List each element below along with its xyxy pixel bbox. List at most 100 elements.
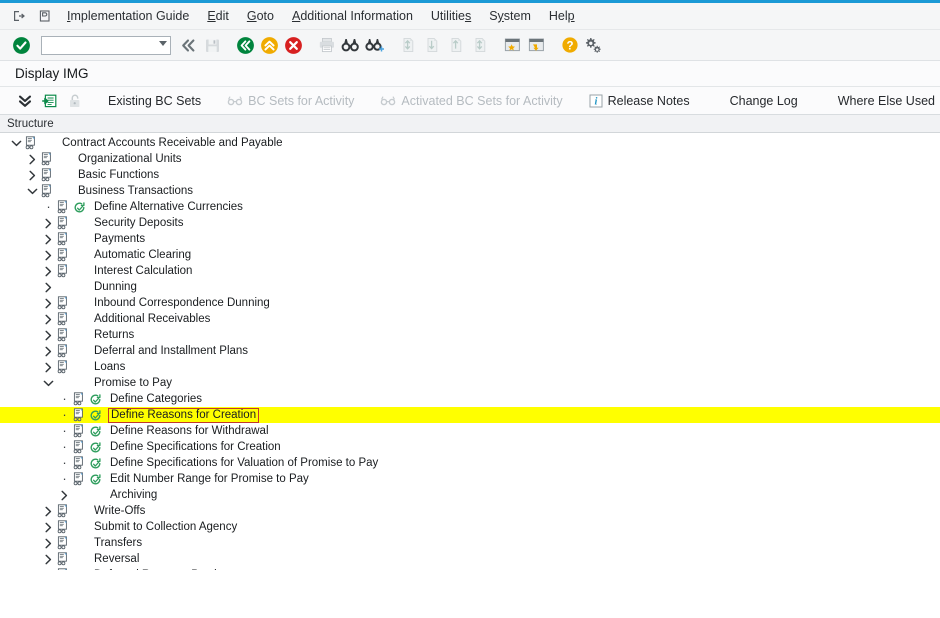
back-double-left-icon[interactable] <box>177 34 200 57</box>
tree-row[interactable]: · Edit Number Range for Promise to Pay <box>0 471 940 487</box>
tree-row[interactable]: Organizational Units <box>0 151 940 167</box>
tree-row[interactable]: Interest Calculation <box>0 263 940 279</box>
command-field[interactable] <box>41 35 171 55</box>
chevron-right-icon[interactable] <box>42 263 55 279</box>
existing-bc-sets-icon[interactable] <box>37 90 62 112</box>
tree-row[interactable]: Contract Accounts Receivable and Payable <box>0 135 940 151</box>
tree-row-label[interactable]: Interest Calculation <box>88 265 192 277</box>
tree-row-label[interactable]: Define Reasons for Creation <box>108 407 260 423</box>
find-icon[interactable] <box>339 34 362 57</box>
menu-item-additional-information[interactable]: Additional Information <box>283 7 422 25</box>
tree-row-label[interactable]: Loans <box>88 361 125 373</box>
tree-row-label[interactable]: Business Transactions <box>72 185 193 197</box>
tree-row[interactable]: Loans <box>0 359 940 375</box>
tree-row-label[interactable]: Deferred Revenue Postings <box>88 569 235 570</box>
chevron-right-icon[interactable] <box>42 503 55 519</box>
tree-row-label[interactable]: Promise to Pay <box>88 377 172 389</box>
chevron-right-icon[interactable] <box>58 487 71 503</box>
enter-check-icon[interactable] <box>10 34 33 57</box>
img-activity-icon[interactable] <box>87 439 104 455</box>
tree-row[interactable]: Inbound Correspondence Dunning <box>0 295 940 311</box>
img-structure-tree[interactable]: Contract Accounts Receivable and Payable… <box>0 133 940 570</box>
chevron-right-icon[interactable] <box>42 343 55 359</box>
chevron-right-icon[interactable] <box>26 167 39 183</box>
menu-item-utilities[interactable]: Utilities <box>422 7 480 25</box>
command-input[interactable] <box>42 37 152 53</box>
tree-row[interactable]: Business Transactions <box>0 183 940 199</box>
chevron-right-icon[interactable] <box>42 567 55 570</box>
menu-item-goto[interactable]: Goto <box>238 7 283 25</box>
tree-row-label[interactable]: Write-Offs <box>88 505 145 517</box>
img-activity-icon[interactable] <box>71 199 88 215</box>
change-log-button[interactable]: Change Log <box>725 90 803 112</box>
menu-item-edit[interactable]: Edit <box>198 7 238 25</box>
tree-row-label[interactable]: Contract Accounts Receivable and Payable <box>56 137 283 149</box>
chevron-right-icon[interactable] <box>42 359 55 375</box>
tree-row[interactable]: · Define Categories <box>0 391 940 407</box>
chevron-down-icon[interactable] <box>42 375 55 391</box>
tree-row[interactable]: · Define Specifications for Creation <box>0 439 940 455</box>
tree-row-label[interactable]: Basic Functions <box>72 169 159 181</box>
chevron-down-icon[interactable] <box>26 183 39 199</box>
tree-row[interactable]: Returns <box>0 327 940 343</box>
tree-row-label[interactable]: Submit to Collection Agency <box>88 521 237 533</box>
tree-row-label[interactable]: Define Alternative Currencies <box>88 201 243 213</box>
tree-row-label[interactable]: Reversal <box>88 553 139 565</box>
tree-row-label[interactable]: Returns <box>88 329 134 341</box>
tree-row[interactable]: Security Deposits <box>0 215 940 231</box>
tree-row[interactable]: Payments <box>0 231 940 247</box>
find-next-icon[interactable] <box>363 34 386 57</box>
chevron-right-icon[interactable] <box>42 295 55 311</box>
tree-row-label[interactable]: Payments <box>88 233 145 245</box>
tree-row-label[interactable]: Inbound Correspondence Dunning <box>88 297 270 309</box>
help-icon[interactable]: ? <box>558 34 581 57</box>
tree-row[interactable]: · Define Alternative Currencies <box>0 199 940 215</box>
chevron-down-icon[interactable] <box>10 135 23 151</box>
tree-row[interactable]: Archiving <box>0 487 940 503</box>
tree-row-label[interactable]: Security Deposits <box>88 217 183 229</box>
chevron-right-icon[interactable] <box>42 327 55 343</box>
customize-layout-icon[interactable] <box>582 34 605 57</box>
tree-row[interactable]: Deferral and Installment Plans <box>0 343 940 359</box>
tree-row-label[interactable]: Define Reasons for Withdrawal <box>104 425 269 437</box>
chevron-right-icon[interactable] <box>42 215 55 231</box>
menu-item-system[interactable]: System <box>480 7 540 25</box>
collapse-all-icon[interactable] <box>12 90 37 112</box>
create-session-icon[interactable] <box>501 34 524 57</box>
tree-row[interactable]: Write-Offs <box>0 503 940 519</box>
tree-row-label[interactable]: Define Categories <box>104 393 202 405</box>
tree-row[interactable]: Reversal <box>0 551 940 567</box>
create-shortcut-icon[interactable] <box>525 34 548 57</box>
tree-row-label[interactable]: Deferral and Installment Plans <box>88 345 248 357</box>
existing-bc-sets-button[interactable]: Existing BC Sets <box>103 90 206 112</box>
img-activity-icon[interactable] <box>87 455 104 471</box>
img-activity-icon[interactable] <box>87 423 104 439</box>
tree-row-label[interactable]: Define Specifications for Creation <box>104 441 281 453</box>
chevron-right-icon[interactable] <box>42 519 55 535</box>
tree-row[interactable]: Dunning <box>0 279 940 295</box>
tree-row-label[interactable]: Edit Number Range for Promise to Pay <box>104 473 309 485</box>
chevron-down-icon[interactable] <box>159 40 167 46</box>
exit-yellow-icon[interactable] <box>258 34 281 57</box>
tree-row[interactable]: Additional Receivables <box>0 311 940 327</box>
tree-row[interactable]: Submit to Collection Agency <box>0 519 940 535</box>
tree-row[interactable]: Deferred Revenue Postings <box>0 567 940 570</box>
chevron-right-icon[interactable] <box>26 151 39 167</box>
chevron-right-icon[interactable] <box>42 551 55 567</box>
pin-icon[interactable] <box>32 5 58 27</box>
chevron-right-icon[interactable] <box>42 247 55 263</box>
chevron-right-icon[interactable] <box>42 311 55 327</box>
menu-item-help[interactable]: Help <box>540 7 584 25</box>
img-activity-icon[interactable] <box>87 471 104 487</box>
menu-item-implementation-guide[interactable]: Implementation Guide <box>58 7 198 25</box>
tree-row[interactable]: Promise to Pay <box>0 375 940 391</box>
tree-row[interactable]: Automatic Clearing <box>0 247 940 263</box>
release-notes-button[interactable]: i Release Notes <box>584 90 695 112</box>
tree-row[interactable]: Transfers <box>0 535 940 551</box>
tree-row-label[interactable]: Define Specifications for Valuation of P… <box>104 457 378 469</box>
tree-row[interactable]: · Define Specifications for Valuation of … <box>0 455 940 471</box>
chevron-right-icon[interactable] <box>42 279 55 295</box>
tree-row-label[interactable]: Archiving <box>104 489 157 501</box>
tree-row-label[interactable]: Dunning <box>88 281 137 293</box>
tree-row-label[interactable]: Transfers <box>88 537 142 549</box>
